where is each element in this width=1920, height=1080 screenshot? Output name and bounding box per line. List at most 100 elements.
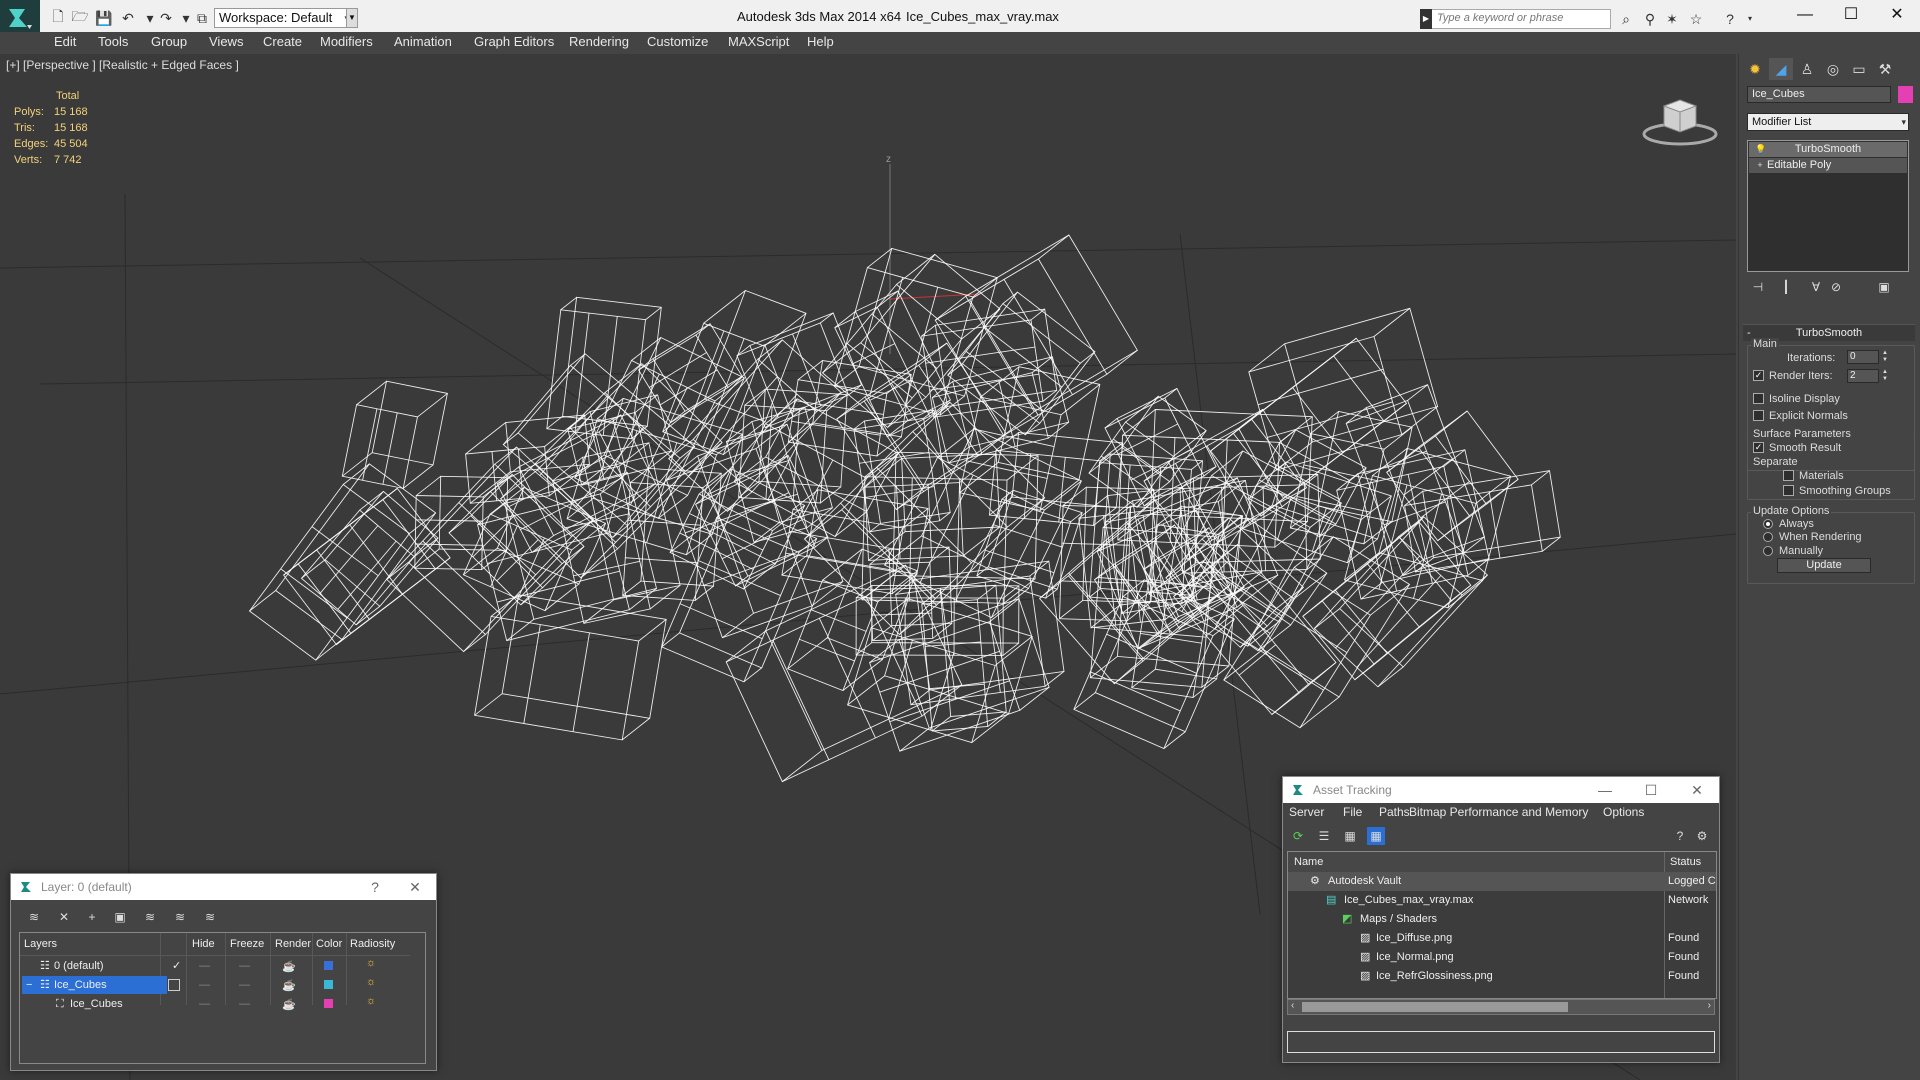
- workspace-menu-arrow[interactable]: ▼: [346, 8, 358, 28]
- menu-edit[interactable]: Edit: [54, 34, 76, 49]
- minimize-icon[interactable]: —: [1782, 0, 1828, 32]
- menu-animation[interactable]: Animation: [394, 34, 452, 49]
- help-dropdown-icon[interactable]: ▾: [1740, 9, 1760, 29]
- col-radiosity[interactable]: Radiosity: [350, 938, 395, 950]
- modifier-list-dropdown[interactable]: Modifier List ▾: [1747, 113, 1909, 131]
- menu-modifiers[interactable]: Modifiers: [320, 34, 373, 49]
- menu-help[interactable]: Help: [807, 34, 834, 49]
- new-file-icon[interactable]: 🗋: [48, 8, 68, 28]
- search-expand-icon[interactable]: ▶: [1420, 9, 1432, 29]
- render-teapot-icon[interactable]: ☕: [282, 979, 296, 992]
- configure-sets-icon[interactable]: ▣: [1875, 278, 1893, 296]
- set-current-checkbox[interactable]: [168, 979, 180, 991]
- layer-color-swatch[interactable]: [324, 980, 333, 989]
- layer-row-ice-cubes[interactable]: − ☷ Ice_Cubes: [22, 976, 167, 994]
- subscription-icon[interactable]: ✶: [1662, 9, 1682, 29]
- help-icon[interactable]: ?: [1671, 827, 1689, 845]
- open-file-icon[interactable]: 🗁: [70, 8, 90, 28]
- freeze-all-icon[interactable]: ≋: [201, 908, 219, 926]
- hide-all-icon[interactable]: ≋: [171, 908, 189, 926]
- menu-rendering[interactable]: Rendering: [569, 34, 629, 49]
- asset-row-maps[interactable]: ◩ Maps / Shaders: [1288, 910, 1716, 929]
- col-hide[interactable]: Hide: [192, 938, 215, 950]
- scroll-right-icon[interactable]: ›: [1708, 1000, 1711, 1011]
- ice-cubes-wireframe[interactable]: [248, 234, 1561, 783]
- add-to-layer-icon[interactable]: +: [83, 908, 101, 926]
- binoculars-icon[interactable]: ⌕: [1616, 9, 1636, 29]
- menu-options[interactable]: Options: [1603, 805, 1644, 819]
- col-color[interactable]: Color: [316, 938, 342, 950]
- asset-window-titlebar[interactable]: Asset Tracking — ☐ ✕: [1283, 777, 1719, 803]
- freeze-toggle[interactable]: —: [239, 998, 250, 1010]
- modifier-stack[interactable]: 💡 TurboSmooth + Editable Poly: [1747, 140, 1909, 272]
- iterations-spin-arrows-icon[interactable]: ▲ ▼: [1881, 350, 1889, 364]
- close-icon[interactable]: ✕: [1874, 0, 1920, 32]
- col-name[interactable]: Name: [1294, 856, 1323, 868]
- delete-layer-icon[interactable]: ✕: [55, 908, 73, 926]
- object-row-ice-cubes[interactable]: ⛶ Ice_Cubes: [22, 995, 167, 1013]
- menu-group[interactable]: Group: [151, 34, 187, 49]
- search-input[interactable]: Type a keyword or phrase: [1420, 9, 1611, 29]
- radiosity-icon[interactable]: ☼: [366, 976, 376, 988]
- hierarchy-tab-icon[interactable]: ♙: [1795, 58, 1819, 80]
- col-freeze[interactable]: Freeze: [230, 938, 264, 950]
- viewport-label[interactable]: [+] [Perspective ] [Realistic + Edged Fa…: [6, 58, 239, 72]
- workspace-dropdown[interactable]: Workspace: Default ▾: [214, 8, 354, 28]
- remove-modifier-icon[interactable]: ⊘: [1827, 278, 1845, 296]
- col-layers[interactable]: Layers: [24, 938, 57, 950]
- render-iters-spinner[interactable]: 2: [1847, 369, 1879, 383]
- menu-file[interactable]: File: [1343, 805, 1362, 819]
- scroll-left-icon[interactable]: ‹: [1291, 1000, 1294, 1011]
- list-view-icon[interactable]: ☰: [1315, 827, 1333, 845]
- object-color-swatch[interactable]: [324, 999, 333, 1008]
- radiosity-icon[interactable]: ☼: [366, 957, 376, 969]
- menu-create[interactable]: Create: [263, 34, 302, 49]
- radiosity-icon[interactable]: ☼: [366, 995, 376, 1007]
- hide-toggle[interactable]: —: [199, 960, 210, 972]
- maximize-icon[interactable]: ☐: [1641, 780, 1661, 800]
- when-rendering-radio[interactable]: [1763, 532, 1773, 542]
- layer-window-titlebar[interactable]: Layer: 0 (default) ? ✕: [11, 874, 436, 900]
- close-icon[interactable]: ✕: [405, 877, 425, 897]
- asset-row-diffuse[interactable]: ▨ Ice_Diffuse.png Found: [1288, 929, 1716, 948]
- minimize-icon[interactable]: —: [1595, 780, 1615, 800]
- thumbnail-view-icon[interactable]: ▦: [1341, 827, 1359, 845]
- utilities-tab-icon[interactable]: ⚒: [1873, 58, 1897, 80]
- settings-icon[interactable]: ⚙: [1693, 827, 1711, 845]
- asset-row-normal[interactable]: ▨ Ice_Normal.png Found: [1288, 948, 1716, 967]
- scrollbar-thumb[interactable]: [1302, 1002, 1568, 1012]
- show-end-result-icon[interactable]: ┃: [1777, 278, 1795, 296]
- layer-color-swatch[interactable]: [324, 961, 333, 970]
- expand-minus-icon[interactable]: −: [26, 976, 32, 994]
- highlight-layer-icon[interactable]: ≋: [141, 908, 159, 926]
- render-iters-checkbox[interactable]: ✓: [1753, 370, 1764, 381]
- menu-customize[interactable]: Customize: [647, 34, 708, 49]
- col-status[interactable]: Status: [1670, 856, 1701, 868]
- freeze-toggle[interactable]: —: [239, 960, 250, 972]
- app-logo-icon[interactable]: [0, 0, 40, 36]
- layer-row-default[interactable]: ☷ 0 (default) ✓: [22, 957, 181, 975]
- asset-row-max-file[interactable]: ▤ Ice_Cubes_max_vray.max Network: [1288, 891, 1716, 910]
- project-folder-icon[interactable]: ⧉: [192, 8, 212, 28]
- stack-item-turbosmooth[interactable]: 💡 TurboSmooth: [1749, 142, 1907, 157]
- close-icon[interactable]: ✕: [1687, 780, 1707, 800]
- menu-graph-editors[interactable]: Graph Editors: [474, 34, 554, 49]
- favorites-star-icon[interactable]: ☆: [1686, 9, 1706, 29]
- hide-toggle[interactable]: —: [199, 998, 210, 1010]
- menu-paths[interactable]: Paths: [1379, 805, 1410, 819]
- asset-row-refrglossiness[interactable]: ▨ Ice_RefrGlossiness.png Found: [1288, 967, 1716, 986]
- menu-views[interactable]: Views: [209, 34, 243, 49]
- materials-checkbox[interactable]: [1783, 470, 1794, 481]
- render-iters-spin-arrows-icon[interactable]: ▲ ▼: [1881, 369, 1889, 383]
- stack-item-editable-poly[interactable]: + Editable Poly: [1749, 158, 1907, 173]
- explicit-normals-checkbox[interactable]: [1753, 410, 1764, 421]
- freeze-toggle[interactable]: —: [239, 979, 250, 991]
- always-radio[interactable]: [1763, 519, 1773, 529]
- create-tab-icon[interactable]: ✹: [1743, 58, 1767, 80]
- manually-radio[interactable]: [1763, 546, 1773, 556]
- update-button[interactable]: Update: [1777, 558, 1871, 573]
- display-tab-icon[interactable]: ▭: [1847, 58, 1871, 80]
- refresh-icon[interactable]: ⟳: [1289, 827, 1307, 845]
- object-name-field[interactable]: Ice_Cubes: [1747, 86, 1891, 103]
- create-layer-icon[interactable]: ≋: [25, 908, 43, 926]
